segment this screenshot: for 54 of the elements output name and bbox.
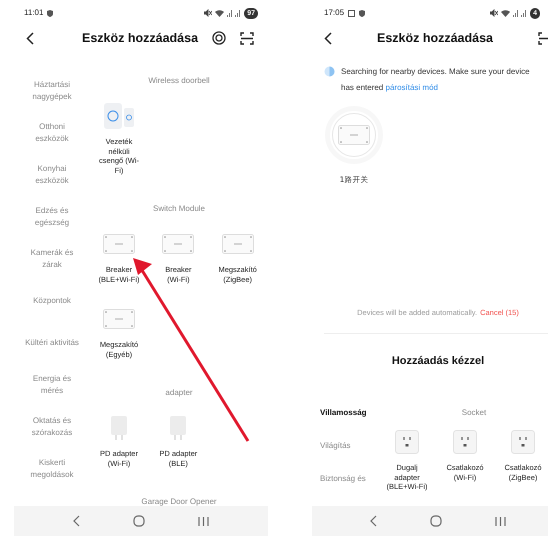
screen-title: Eszköz hozzáadása xyxy=(376,30,493,47)
status-time: 17:05 xyxy=(324,7,344,19)
signal-icon xyxy=(227,9,242,17)
switch-module-icon xyxy=(103,309,135,329)
category-item[interactable]: Villamosság xyxy=(320,407,367,419)
status-time: 11:01 xyxy=(24,7,44,19)
switch-module-icon xyxy=(338,125,370,145)
back-nav-icon[interactable] xyxy=(72,515,80,527)
power-socket-icon xyxy=(395,430,419,454)
power-socket-icon xyxy=(453,430,477,454)
category-item[interactable]: Biztonság és xyxy=(320,473,366,485)
category-item[interactable]: Kamerák és zárak xyxy=(24,247,80,271)
category-item[interactable]: Edzés és egészség xyxy=(24,205,80,229)
switch-module-icon xyxy=(162,234,194,254)
shield-icon xyxy=(359,10,366,16)
power-socket-icon xyxy=(511,430,535,454)
category-item[interactable]: Kültéri aktivitás xyxy=(25,337,79,349)
mute-icon xyxy=(204,9,212,17)
wifi-icon xyxy=(501,9,510,17)
switch-module-icon xyxy=(103,234,135,254)
category-item[interactable]: Háztartási nagygépek xyxy=(24,79,80,103)
mute-icon xyxy=(490,9,498,17)
scan-icon[interactable] xyxy=(240,32,254,44)
doorbell-icon xyxy=(103,102,135,130)
signal-icon xyxy=(513,9,528,17)
category-item[interactable]: Központok xyxy=(33,295,71,307)
category-item[interactable]: Oktatás és szórakozás xyxy=(24,415,80,439)
charger-adapter-icon xyxy=(110,415,128,441)
scan-icon[interactable] xyxy=(538,32,548,44)
back-nav-icon[interactable] xyxy=(370,515,378,527)
screen-title: Eszköz hozzáadása xyxy=(82,30,198,47)
category-item[interactable]: Konyhai eszközök xyxy=(24,163,80,187)
pairing-mode-link[interactable]: párosítási mód xyxy=(386,83,438,92)
charger-adapter-icon xyxy=(169,415,188,441)
recents-nav-icon[interactable] xyxy=(198,516,210,526)
recents-nav-icon[interactable] xyxy=(494,516,506,526)
home-nav-icon[interactable] xyxy=(132,515,145,527)
shield-icon xyxy=(47,10,54,16)
section-title: Garage Door Opener xyxy=(141,496,217,506)
section-title: Socket xyxy=(462,407,486,419)
section-title: Wireless doorbell xyxy=(148,75,210,87)
section-title: Switch Module xyxy=(152,203,206,215)
category-item[interactable]: Világítás xyxy=(320,440,351,452)
search-message: Searching for nearby devices. Make sure your device has entered párosítási mód xyxy=(341,66,531,94)
switch-module-icon xyxy=(222,234,254,254)
home-nav-icon[interactable] xyxy=(430,515,442,527)
manual-add-heading: Hozzáadás kézzel xyxy=(390,354,486,368)
category-item[interactable]: Kiskerti megoldások xyxy=(24,457,80,481)
category-item[interactable]: Otthoni eszközök xyxy=(24,121,80,145)
category-item[interactable]: Energia és mérés xyxy=(24,373,80,397)
searching-spinner-icon xyxy=(324,66,335,77)
target-icon[interactable] xyxy=(212,31,226,45)
wifi-icon xyxy=(215,9,224,17)
section-title: adapter xyxy=(165,387,193,399)
